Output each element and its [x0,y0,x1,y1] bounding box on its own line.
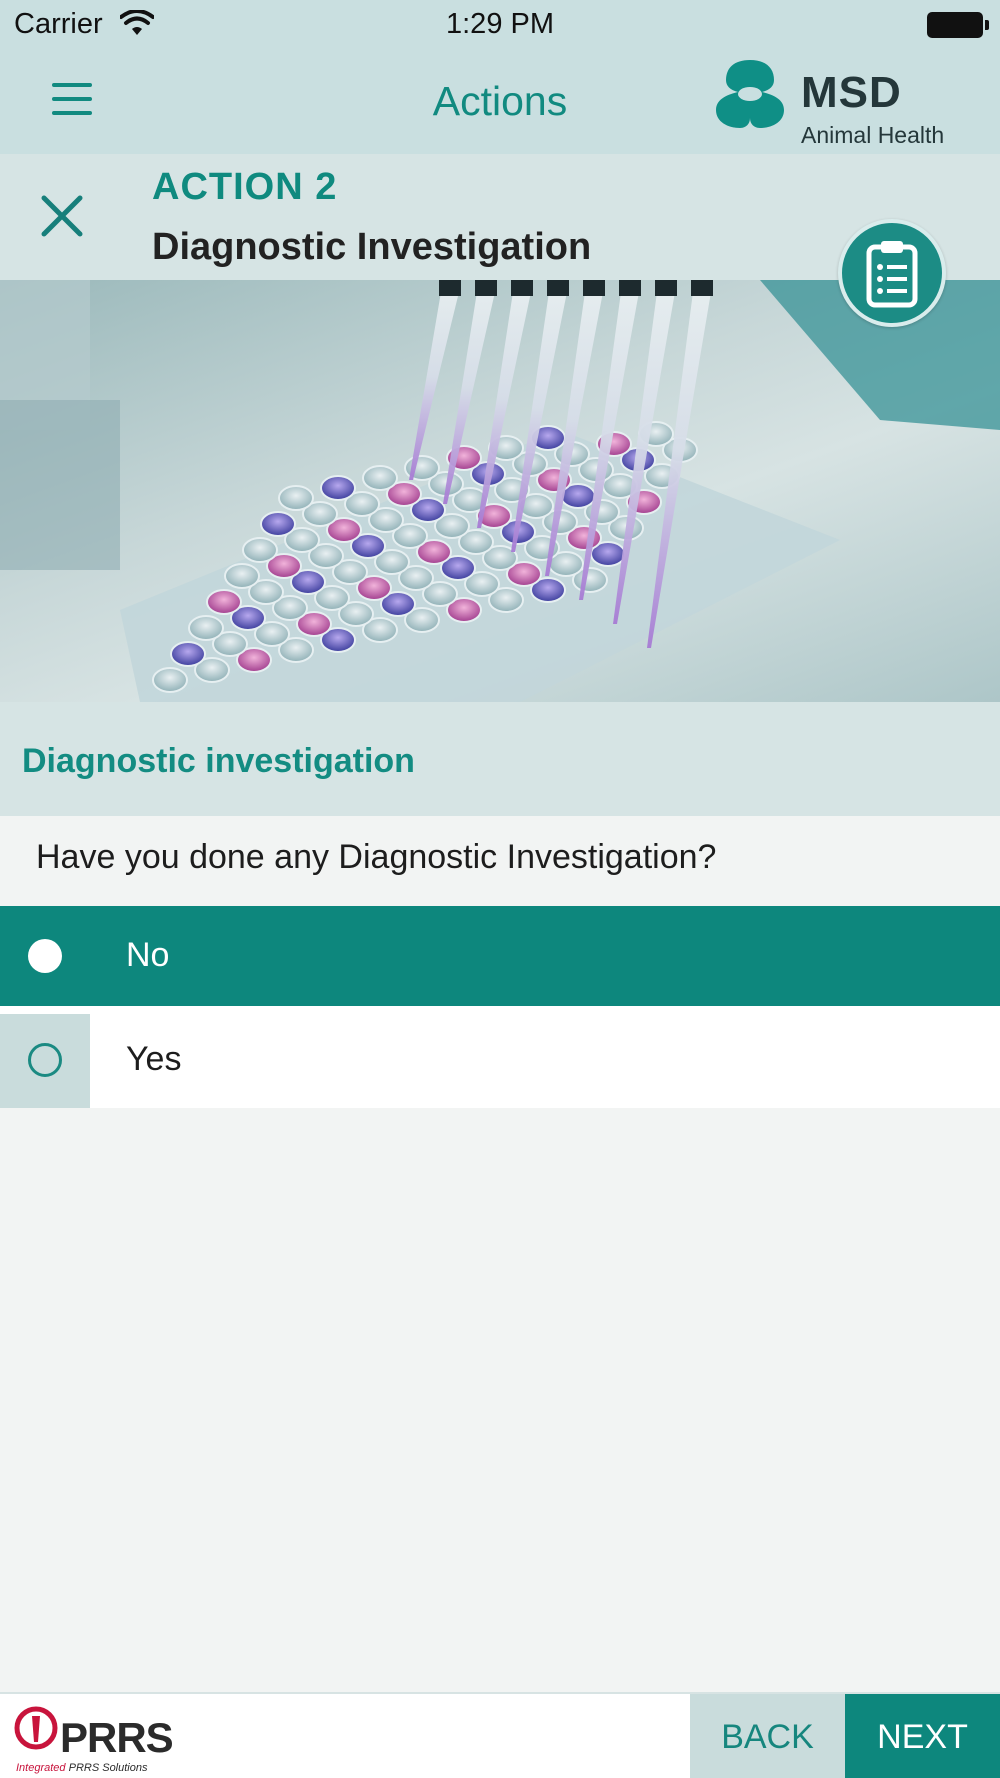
pipette-cap [619,280,641,296]
top-bar: Carrier 1:29 PM Actions MSD Animal Healt… [0,0,1000,154]
radio-unselected-icon[interactable] [28,1043,62,1077]
plate-well [320,475,356,501]
prrs-logo: PRRS Integrated PRRS Solutions [12,1700,174,1776]
option-yes[interactable]: Yes [0,1006,1000,1108]
radio-area [0,1014,90,1108]
section-title: Diagnostic investigation [22,742,415,780]
pipette-cap [439,280,461,296]
back-button[interactable]: BACK [690,1694,845,1778]
question-text: Have you done any Diagnostic Investigati… [36,838,717,876]
msd-logo: MSD Animal Health [714,56,964,148]
plate-well [260,511,296,537]
msd-logo-mark-icon [716,60,784,128]
msd-logo-subtitle: Animal Health [801,122,945,148]
prrs-tag-rest: PRRS Solutions [68,1762,148,1774]
plate-well [278,485,314,511]
prrs-logo-tagline: Integrated PRRS Solutions [16,1762,147,1774]
clipboard-button[interactable] [838,219,946,327]
option-label: No [126,936,170,974]
question: Have you done any Diagnostic Investigati… [0,816,1000,906]
pipette-cap [547,280,569,296]
plate-well [152,667,188,693]
prrs-tag-red: Integrated [16,1762,66,1774]
option-label: Yes [126,1040,182,1078]
pipette-cap [511,280,533,296]
close-icon[interactable] [40,194,84,238]
battery-icon [927,12,989,38]
plate-well [188,615,224,641]
radio-selected-icon[interactable] [28,939,62,973]
status-bar: Carrier 1:29 PM [0,0,1000,50]
status-time: 1:29 PM [446,8,554,40]
plate-well [224,563,260,589]
prrs-logo-text: PRRS [60,1714,174,1761]
plate-well [170,641,206,667]
plate-well [242,537,278,563]
pipette-cap [655,280,677,296]
next-button[interactable]: NEXT [845,1694,1000,1778]
pipette-cap [583,280,605,296]
plate-well [362,465,398,491]
option-no[interactable]: No [0,906,1000,1006]
msd-logo-text: MSD [801,68,902,117]
section-header: Diagnostic investigation [0,702,1000,816]
prrs-logo-mark-icon [14,1706,58,1750]
pipette-cap [475,280,497,296]
radio-area [0,906,90,1006]
nav-bar: Actions MSD Animal Health [0,50,1000,154]
lab-pipette-illustration [0,280,1000,702]
footer: PRRS Integrated PRRS Solutions BACK NEXT [0,1692,1000,1778]
pipette-cap [691,280,713,296]
clipboard-icon [866,241,918,308]
action-title: Diagnostic Investigation [152,226,592,268]
action-number: ACTION 2 [152,166,338,208]
plate-well [206,589,242,615]
hero-image [0,280,1000,702]
